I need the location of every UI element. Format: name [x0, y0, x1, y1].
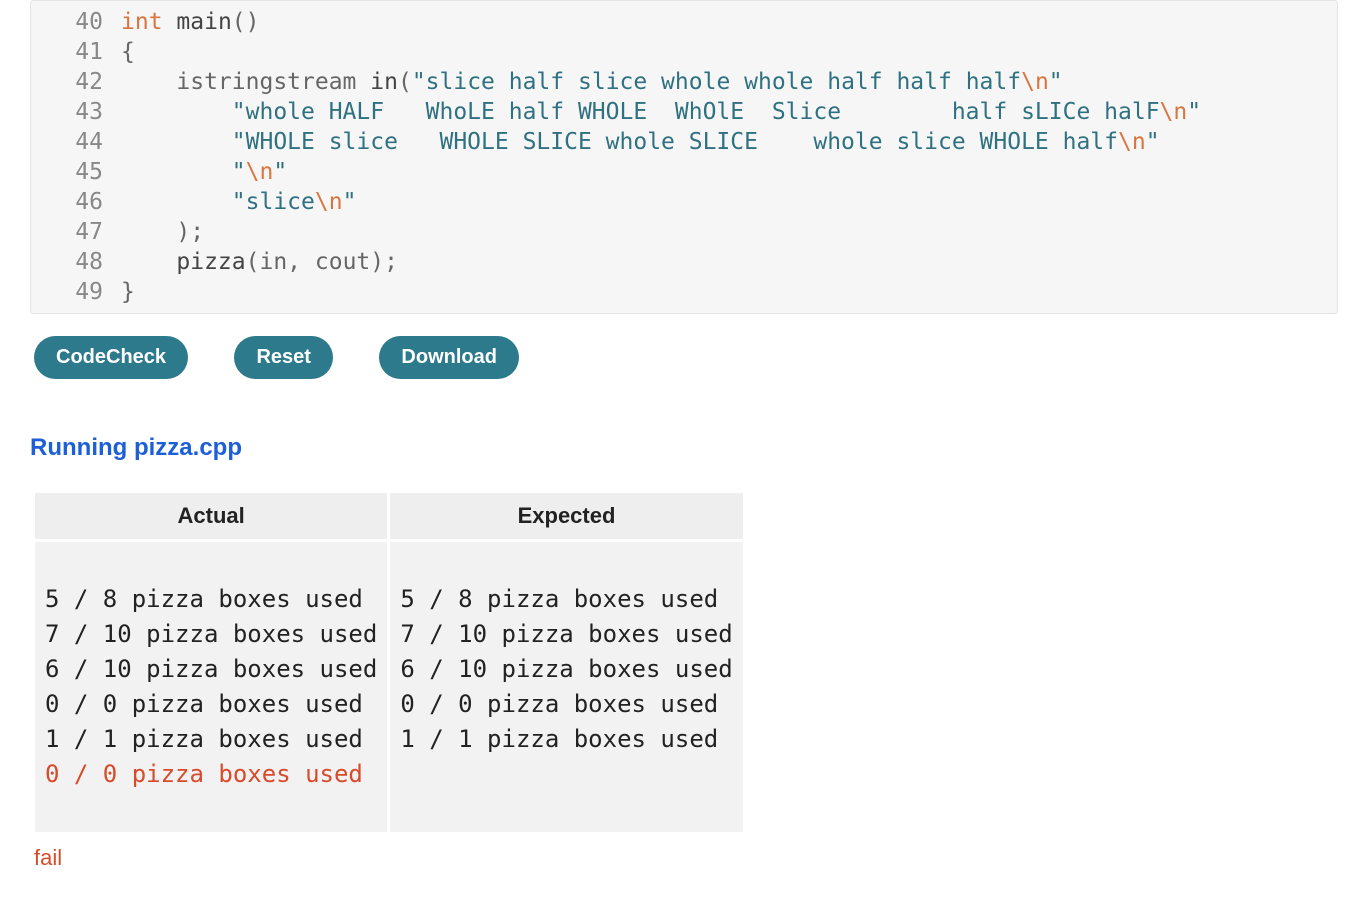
code-token: (in, cout);: [246, 249, 398, 275]
output-line: 7 / 10 pizza boxes used: [45, 620, 377, 648]
actual-cell: 5 / 8 pizza boxes used 7 / 10 pizza boxe…: [35, 542, 387, 832]
expected-header: Expected: [390, 493, 742, 539]
code-token: {: [121, 39, 135, 65]
button-row: CodeCheck Reset Download: [34, 336, 1334, 379]
output-line: 5 / 8 pizza boxes used: [45, 585, 363, 613]
code-editor: 40int main()41{42 istringstream in("slic…: [30, 0, 1338, 314]
code-line: 46 "slice\n": [31, 187, 1337, 217]
code-token: in: [370, 69, 398, 95]
code-token: ": [1049, 69, 1063, 95]
code-token: (: [398, 69, 412, 95]
code-token: [121, 219, 176, 245]
code-token: [121, 129, 232, 155]
code-token: int: [121, 9, 163, 35]
output-line: 0 / 0 pizza boxes used: [45, 690, 363, 718]
output-line: 7 / 10 pizza boxes used: [400, 620, 732, 648]
line-number: 45: [31, 157, 121, 187]
output-line: 0 / 0 pizza boxes used: [400, 690, 718, 718]
code-line: 40int main(): [31, 7, 1337, 37]
output-line: 5 / 8 pizza boxes used: [400, 585, 718, 613]
code-line: 48 pizza(in, cout);: [31, 247, 1337, 277]
actual-header: Actual: [35, 493, 387, 539]
code-token: \n: [246, 159, 274, 185]
line-number: 41: [31, 37, 121, 67]
code-token: "slice half slice whole whole half half …: [412, 69, 1021, 95]
code-token: "whole HALF WhoLE half WHOLE WhOlE Slice…: [232, 99, 1160, 125]
code-token: \n: [1021, 69, 1049, 95]
code-line: 42 istringstream in("slice half slice wh…: [31, 67, 1337, 97]
code-token: \n: [1118, 129, 1146, 155]
code-token: [121, 159, 232, 185]
code-token: ": [232, 159, 246, 185]
code-token: (): [232, 9, 260, 35]
code-token: pizza: [176, 249, 245, 275]
code-token: ": [1187, 99, 1201, 125]
code-token: \n: [315, 189, 343, 215]
download-button[interactable]: Download: [379, 336, 519, 379]
running-header: Running pizza.cpp: [30, 434, 1338, 462]
code-line: 44 "WHOLE slice WHOLE SLICE whole SLICE …: [31, 127, 1337, 157]
code-line: 41{: [31, 37, 1337, 67]
line-number: 44: [31, 127, 121, 157]
line-number: 46: [31, 187, 121, 217]
code-token: "WHOLE slice WHOLE SLICE whole SLICE who…: [232, 129, 1118, 155]
code-line: 43 "whole HALF WhoLE half WHOLE WhOlE Sl…: [31, 97, 1337, 127]
output-line: 6 / 10 pizza boxes used: [45, 655, 377, 683]
output-line: 0 / 0 pizza boxes used: [45, 760, 363, 788]
output-line: 6 / 10 pizza boxes used: [400, 655, 732, 683]
line-number: 49: [31, 277, 121, 307]
status-text: fail: [34, 845, 1338, 871]
code-token: }: [121, 279, 135, 305]
code-token: [121, 249, 176, 275]
reset-button[interactable]: Reset: [234, 336, 332, 379]
code-line: 47 );: [31, 217, 1337, 247]
line-number: 40: [31, 7, 121, 37]
codecheck-button[interactable]: CodeCheck: [34, 336, 188, 379]
code-token: "slice: [232, 189, 315, 215]
code-token: ": [273, 159, 287, 185]
line-number: 47: [31, 217, 121, 247]
code-line: 45 "\n": [31, 157, 1337, 187]
code-token: );: [176, 219, 204, 245]
code-line: 49}: [31, 277, 1337, 307]
code-token: [121, 189, 232, 215]
code-token: ": [343, 189, 357, 215]
output-line: 1 / 1 pizza boxes used: [400, 725, 718, 753]
code-token: ": [1146, 129, 1160, 155]
expected-cell: 5 / 8 pizza boxes used 7 / 10 pizza boxe…: [390, 542, 742, 832]
code-token: [163, 9, 177, 35]
line-number: 42: [31, 67, 121, 97]
code-token: istringstream: [121, 69, 370, 95]
output-line: 1 / 1 pizza boxes used: [45, 725, 363, 753]
code-token: main: [176, 9, 231, 35]
line-number: 48: [31, 247, 121, 277]
code-token: [121, 99, 232, 125]
line-number: 43: [31, 97, 121, 127]
results-table: Actual Expected 5 / 8 pizza boxes used 7…: [32, 490, 746, 835]
code-token: \n: [1160, 99, 1188, 125]
